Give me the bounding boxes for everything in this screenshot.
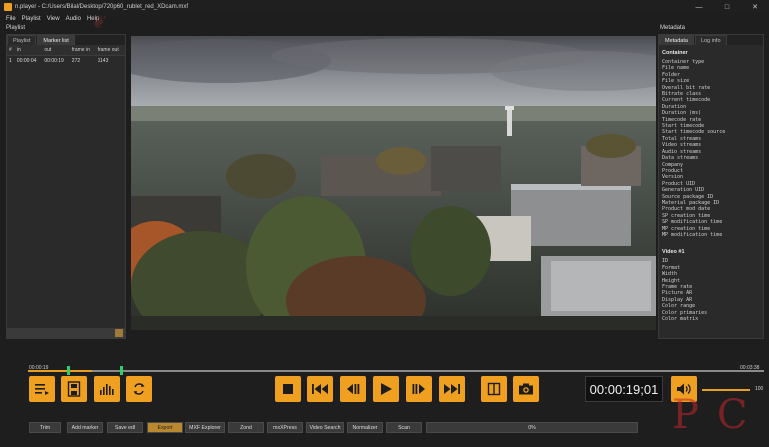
mxf-explorer-button[interactable]: MXF Explorer <box>185 422 225 433</box>
video-scene <box>131 36 656 330</box>
column-frame-in[interactable]: frame in <box>69 45 96 56</box>
timecode-display: 00:00:19;01 <box>585 376 663 402</box>
step-forward-icon <box>412 384 425 394</box>
timeline-slider[interactable] <box>28 370 764 372</box>
compare-button[interactable] <box>481 376 507 402</box>
marker-list-button[interactable] <box>29 376 55 402</box>
compare-icon <box>487 382 501 396</box>
loop-icon <box>133 383 145 395</box>
watermark-logo: ❦ <box>90 12 106 33</box>
tab-marker-list[interactable]: Marker list <box>37 35 75 45</box>
cell-out: 00:00:19 <box>44 58 64 64</box>
fast-forward-icon <box>444 384 460 394</box>
fast-forward-button[interactable] <box>439 376 465 402</box>
step-back-icon <box>347 384 360 394</box>
metadata-section-video: ID Format Width Height Frame rate Picture AR D… <box>662 258 760 322</box>
resize-grip-icon[interactable] <box>115 329 123 337</box>
metadata-panel: Metadata Log info Container Container ty… <box>658 34 764 339</box>
marker-out-handle[interactable] <box>120 366 123 375</box>
metadata-panel-title: Metadata <box>660 25 686 31</box>
stop-icon <box>283 384 293 394</box>
normalizer-button[interactable]: Normalizer <box>347 422 383 433</box>
volume-level <box>702 389 750 391</box>
tab-metadata[interactable]: Metadata <box>659 35 694 45</box>
loop-button[interactable] <box>126 376 152 402</box>
play-button[interactable] <box>373 376 399 402</box>
cell-in: 00:00:04 <box>16 58 37 64</box>
menu-audio[interactable]: Audio <box>66 14 81 25</box>
rewind-icon <box>312 384 328 394</box>
marker-table-header: # in out frame in frame out <box>7 45 125 56</box>
step-back-button[interactable] <box>340 376 366 402</box>
rewind-button[interactable] <box>307 376 333 402</box>
column-in[interactable]: in <box>14 45 43 56</box>
save-icon <box>67 381 81 397</box>
trim-button[interactable]: Trim <box>29 422 61 433</box>
audio-levels-button[interactable] <box>94 376 120 402</box>
audio-levels-icon <box>100 384 114 395</box>
metadata-field: Color matrix <box>662 316 699 323</box>
task-progress-bar: 0% <box>426 422 638 433</box>
app-icon <box>4 3 12 11</box>
export-button[interactable]: Export <box>147 422 183 433</box>
camera-icon <box>519 383 533 395</box>
stop-button[interactable] <box>275 376 301 402</box>
tab-log-info[interactable]: Log info <box>694 35 727 45</box>
marker-in-handle[interactable] <box>67 366 70 375</box>
close-button[interactable]: ✕ <box>741 0 769 14</box>
timeline-progress <box>28 370 93 372</box>
snapshot-button[interactable] <box>513 376 539 402</box>
playlist-tabs: Playlist Marker list <box>7 35 125 45</box>
column-number[interactable]: # <box>7 45 15 56</box>
play-icon <box>381 383 392 395</box>
window-title: n.player - C:/Users/Bilal/Desktop/720p60… <box>15 4 189 10</box>
column-out[interactable]: out <box>42 45 70 56</box>
watermark-pc-logo: PC <box>672 392 766 438</box>
menu-file[interactable]: File <box>6 14 16 25</box>
playlist-panel-title: Playlist <box>6 25 26 31</box>
tab-playlist[interactable]: Playlist <box>7 35 37 45</box>
cell-frame-out: 1143 <box>97 58 109 64</box>
marker-table: # in out frame in frame out 1 00:00:04 0… <box>7 45 125 66</box>
metadata-tabs: Metadata Log info <box>659 35 763 45</box>
zond-button[interactable]: Zond <box>228 422 264 433</box>
save-edl-button[interactable]: Save edl <box>107 422 143 433</box>
maximize-button[interactable]: □ <box>713 0 741 14</box>
task-progress-label: 0% <box>528 424 536 431</box>
metadata-section-heading: Video #1 <box>662 249 685 256</box>
metadata-section-heading: Container <box>662 50 688 56</box>
mxxpress-button[interactable]: mxXPress <box>267 422 303 433</box>
title-bar: n.player - C:/Users/Bilal/Desktop/720p60… <box>0 0 769 14</box>
minimize-button[interactable]: — <box>685 0 713 14</box>
save-frame-button[interactable] <box>61 376 87 402</box>
marker-list-icon <box>35 384 49 395</box>
playlist-footer <box>7 328 125 338</box>
cell-number: 1 <box>9 58 12 64</box>
cell-frame-in: 272 <box>71 58 81 64</box>
menu-view[interactable]: View <box>47 14 60 25</box>
video-search-button[interactable]: Video Search <box>306 422 344 433</box>
step-forward-button[interactable] <box>406 376 432 402</box>
playlist-panel: Playlist Marker list # in out frame in f… <box>6 34 126 339</box>
scan-button[interactable]: Scan <box>386 422 422 433</box>
column-frame-out[interactable]: frame out <box>95 45 125 56</box>
add-marker-button[interactable]: Add marker <box>67 422 103 433</box>
window-controls: — □ ✕ <box>685 0 769 14</box>
metadata-list[interactable]: Container Container type File name Folder F… <box>659 45 763 325</box>
menu-playlist[interactable]: Playlist <box>22 14 41 25</box>
volume-slider[interactable] <box>702 389 750 391</box>
video-frame[interactable] <box>131 36 656 330</box>
table-row[interactable]: 1 00:00:04 00:00:19 272 1143 <box>7 56 125 67</box>
metadata-section-container: Container type File name Folder File size Ov… <box>662 59 760 238</box>
